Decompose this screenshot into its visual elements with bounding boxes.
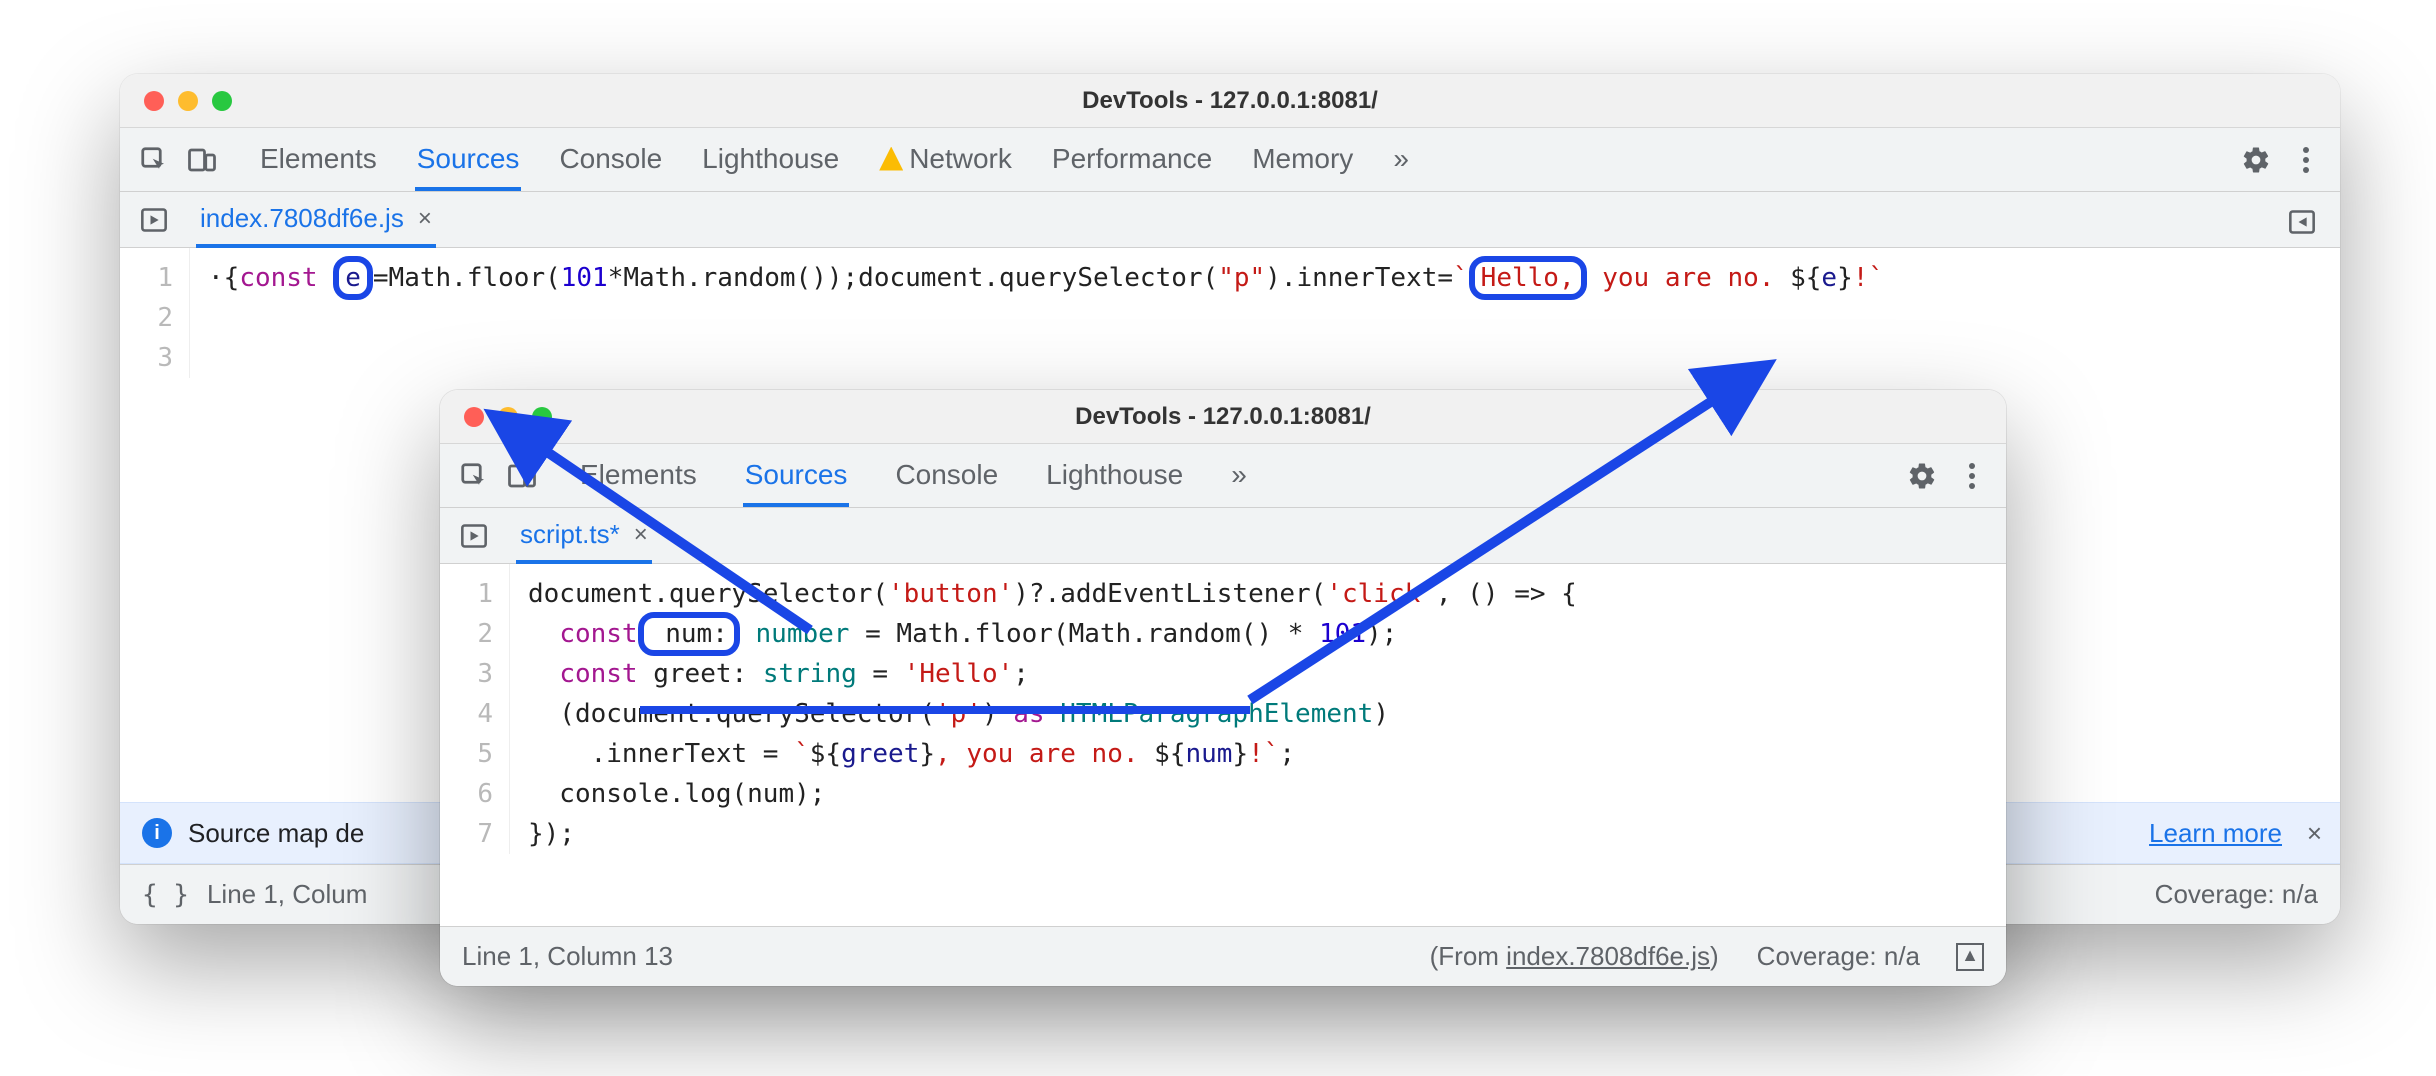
inspect-element-icon[interactable] <box>454 456 494 496</box>
device-toolbar-icon[interactable] <box>502 456 542 496</box>
line-number: 2 <box>440 614 493 654</box>
warning-icon <box>879 147 903 171</box>
titlebar: DevTools - 127.0.0.1:8081/ <box>120 74 2340 128</box>
highlight-pill: Hello, <box>1469 256 1587 300</box>
file-tab[interactable]: index.7808df6e.js × <box>196 191 436 248</box>
devtools-window-front: DevTools - 127.0.0.1:8081/ Elements Sour… <box>440 390 2006 986</box>
line-number: 5 <box>440 734 493 774</box>
origin-file-link[interactable]: index.7808df6e.js <box>1506 941 1710 971</box>
dismiss-info-icon[interactable]: × <box>2307 818 2322 849</box>
file-tab-bar: index.7808df6e.js × <box>120 192 2340 248</box>
minimize-window-button[interactable] <box>178 91 198 111</box>
code-editor[interactable]: 1 2 3 ·{const e=Math.floor(101*Math.rand… <box>120 248 2340 378</box>
line-gutter: 1 2 3 4 5 6 7 <box>440 564 510 854</box>
panel-tab-bar: Elements Sources Console Lighthouse » <box>440 444 2006 508</box>
coverage-label: Coverage: n/a <box>2155 879 2318 910</box>
code-content: document.querySelector('button')?.addEve… <box>510 564 1577 854</box>
code-content: ·{const e=Math.floor(101*Math.random());… <box>190 248 1884 378</box>
cursor-position: Line 1, Column 13 <box>462 941 673 972</box>
tab-elements[interactable]: Elements <box>258 129 379 191</box>
titlebar: DevTools - 127.0.0.1:8081/ <box>440 390 2006 444</box>
zoom-window-button[interactable] <box>532 407 552 427</box>
line-number: 2 <box>120 298 173 338</box>
tab-sources[interactable]: Sources <box>743 445 850 507</box>
line-number: 7 <box>440 814 493 854</box>
close-tab-icon[interactable]: × <box>634 521 648 549</box>
tab-sources[interactable]: Sources <box>415 129 522 191</box>
panel-tab-bar: Elements Sources Console Lighthouse Netw… <box>120 128 2340 192</box>
tab-lighthouse[interactable]: Lighthouse <box>700 129 841 191</box>
navigator-toggle-icon[interactable] <box>454 516 494 556</box>
coverage-label: Coverage: n/a <box>1757 941 1920 972</box>
tab-elements[interactable]: Elements <box>578 445 699 507</box>
kebab-menu-icon[interactable] <box>2286 140 2326 180</box>
status-bar: Line 1, Column 13 (From index.7808df6e.j… <box>440 926 2006 986</box>
tab-lighthouse[interactable]: Lighthouse <box>1044 445 1185 507</box>
cursor-position: Line 1, Colum <box>207 879 367 910</box>
window-controls <box>120 91 232 111</box>
line-number: 3 <box>120 338 173 378</box>
expand-up-icon[interactable]: ▲ <box>1956 943 1984 971</box>
window-title: DevTools - 127.0.0.1:8081/ <box>120 87 2340 115</box>
close-window-button[interactable] <box>144 91 164 111</box>
source-map-origin: (From index.7808df6e.js) <box>1430 941 1719 972</box>
info-text: Source map de <box>188 818 364 849</box>
more-tabs-icon[interactable]: » <box>1229 445 1249 507</box>
line-number: 1 <box>440 574 493 614</box>
window-title: DevTools - 127.0.0.1:8081/ <box>440 403 2006 431</box>
file-tab-label: script.ts* <box>520 519 620 550</box>
info-icon: i <box>142 818 172 848</box>
line-number: 4 <box>440 694 493 734</box>
device-toolbar-icon[interactable] <box>182 140 222 180</box>
file-tab-label: index.7808df6e.js <box>200 203 404 234</box>
file-tab-bar: script.ts* × <box>440 508 2006 564</box>
settings-icon[interactable] <box>2236 140 2276 180</box>
debugger-toggle-icon[interactable] <box>2282 202 2322 242</box>
inspect-element-icon[interactable] <box>134 140 174 180</box>
tab-performance[interactable]: Performance <box>1050 129 1214 191</box>
tab-network-label: Network <box>909 143 1012 174</box>
code-editor[interactable]: 1 2 3 4 5 6 7 document.querySelector('bu… <box>440 564 2006 854</box>
file-tab[interactable]: script.ts* × <box>516 507 652 564</box>
close-window-button[interactable] <box>464 407 484 427</box>
tab-memory[interactable]: Memory <box>1250 129 1355 191</box>
settings-icon[interactable] <box>1902 456 1942 496</box>
zoom-window-button[interactable] <box>212 91 232 111</box>
tab-console[interactable]: Console <box>893 445 1000 507</box>
highlight-pill: e <box>333 256 373 300</box>
more-tabs-icon[interactable]: » <box>1391 129 1411 191</box>
tab-console[interactable]: Console <box>557 129 664 191</box>
highlight-pill: num: <box>638 612 740 656</box>
line-number: 6 <box>440 774 493 814</box>
line-number: 1 <box>120 258 173 298</box>
pretty-print-icon[interactable]: { } <box>142 880 189 910</box>
close-tab-icon[interactable]: × <box>418 205 432 233</box>
tab-network[interactable]: Network <box>877 129 1014 191</box>
line-gutter: 1 2 3 <box>120 248 190 378</box>
minimize-window-button[interactable] <box>498 407 518 427</box>
window-controls <box>440 407 552 427</box>
learn-more-link[interactable]: Learn more <box>2149 818 2282 849</box>
line-number: 3 <box>440 654 493 694</box>
navigator-toggle-icon[interactable] <box>134 200 174 240</box>
kebab-menu-icon[interactable] <box>1952 456 1992 496</box>
